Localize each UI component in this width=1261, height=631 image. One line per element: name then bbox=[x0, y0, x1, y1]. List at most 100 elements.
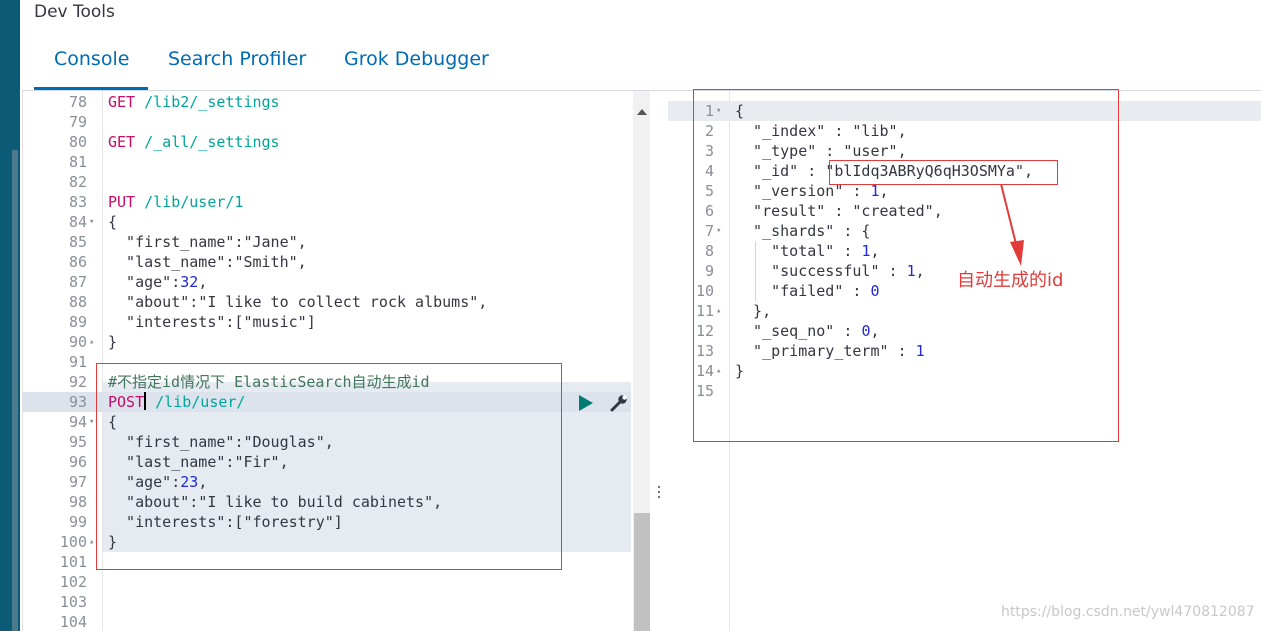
page-title: Dev Tools bbox=[34, 2, 115, 22]
tab-search-profiler[interactable]: Search Profiler bbox=[168, 46, 318, 90]
line-number: 87 bbox=[68, 273, 87, 291]
play-icon[interactable] bbox=[579, 395, 593, 411]
code-token: "music" bbox=[243, 313, 307, 331]
line-number: 86 bbox=[68, 253, 87, 271]
code-line[interactable]: 83 PUT /lib/user/1 bbox=[23, 192, 631, 212]
watermark: https://blog.csdn.net/ywl470812087 bbox=[1001, 604, 1255, 620]
line-number: 101 bbox=[59, 553, 87, 571]
code-token: { bbox=[108, 213, 118, 231]
annotation-box-request bbox=[96, 363, 562, 570]
code-line[interactable]: 87 "age":32, bbox=[23, 272, 631, 292]
code-line[interactable]: 80 GET /_all/_settings bbox=[23, 132, 631, 152]
code-token: "first_name" bbox=[108, 233, 235, 251]
line-text: "age":32, bbox=[108, 272, 207, 292]
code-line[interactable]: 104 bbox=[23, 612, 631, 631]
app-sidebar-rail bbox=[0, 0, 20, 631]
code-line[interactable]: 78 GET /lib2/_settings bbox=[23, 92, 631, 112]
panel-resizer[interactable] bbox=[650, 91, 668, 631]
code-line[interactable]: 81 bbox=[23, 152, 631, 172]
code-line[interactable]: 82 bbox=[23, 172, 631, 192]
line-number: 81 bbox=[68, 153, 87, 171]
line-number: 100 bbox=[59, 533, 87, 551]
line-number: 83 bbox=[68, 193, 87, 211]
line-text: "about":"I like to collect rock albums", bbox=[108, 292, 487, 312]
code-token: "age" bbox=[108, 273, 172, 291]
code-line[interactable]: 90 ▴} bbox=[23, 332, 631, 352]
code-token: /lib2/_settings bbox=[135, 93, 280, 111]
annotation-arrow-icon bbox=[1000, 183, 1024, 266]
line-number: 103 bbox=[59, 593, 87, 611]
editor-scroll-thumb[interactable] bbox=[634, 513, 650, 631]
code-line[interactable]: 79 bbox=[23, 112, 631, 132]
fold-close-icon[interactable]: ▴ bbox=[89, 332, 101, 352]
code-token: } bbox=[108, 333, 118, 351]
code-token: ] bbox=[306, 313, 316, 331]
drag-handle-icon[interactable] bbox=[657, 486, 661, 500]
line-number: 96 bbox=[68, 453, 87, 471]
line-number: 104 bbox=[59, 613, 87, 631]
code-line[interactable]: 84 ▾ { bbox=[23, 212, 631, 232]
editor-scrollbar[interactable] bbox=[633, 91, 650, 631]
code-token: : bbox=[189, 293, 199, 311]
line-number: 92 bbox=[68, 373, 87, 391]
fold-open-icon[interactable]: ▾ bbox=[89, 212, 101, 232]
code-line[interactable]: 103 bbox=[23, 592, 631, 612]
code-token: , bbox=[198, 273, 208, 291]
line-text: } bbox=[108, 332, 117, 352]
wrench-icon[interactable] bbox=[609, 394, 629, 412]
code-line[interactable]: 89 "interests":["music"] bbox=[23, 312, 631, 332]
code-token: :[ bbox=[225, 313, 244, 331]
code-token: GET bbox=[108, 93, 136, 111]
code-line[interactable]: 102 bbox=[23, 572, 631, 592]
line-number: 80 bbox=[68, 133, 87, 151]
tab-grok-debugger-label: Grok Debugger bbox=[344, 48, 489, 70]
line-number: 90 bbox=[68, 333, 87, 351]
code-line[interactable]: 88 "about":"I like to collect rock album… bbox=[23, 292, 631, 312]
dev-tools-window: Dev Tools Console Search Profiler Grok D… bbox=[0, 0, 1261, 631]
tab-console[interactable]: Console bbox=[34, 46, 148, 90]
code-token: "I like to collect rock albums" bbox=[198, 293, 479, 311]
code-token: "Smith" bbox=[234, 253, 298, 271]
line-text: "interests":["music"] bbox=[108, 312, 316, 332]
line-text: PUT /lib/user/1 bbox=[108, 192, 243, 212]
code-token: GET bbox=[108, 133, 136, 151]
code-token: , bbox=[297, 253, 307, 271]
code-token: "last_name" bbox=[108, 253, 226, 271]
code-token: "interests" bbox=[108, 313, 226, 331]
line-number: 98 bbox=[68, 493, 87, 511]
code-line[interactable]: 85 "first_name":"Jane", bbox=[23, 232, 631, 252]
code-token: /lib/user/1 bbox=[135, 193, 244, 211]
line-number: 97 bbox=[68, 473, 87, 491]
annotation-label: 自动生成的id bbox=[957, 270, 1064, 291]
line-number: 85 bbox=[68, 233, 87, 251]
line-number: 89 bbox=[68, 313, 87, 331]
line-text: "first_name":"Jane", bbox=[108, 232, 307, 252]
line-number: 78 bbox=[68, 93, 87, 111]
code-token: "about" bbox=[108, 293, 190, 311]
scroll-up-arrow-icon[interactable] bbox=[637, 109, 647, 115]
code-token: , bbox=[297, 233, 307, 251]
code-token: : bbox=[171, 273, 181, 291]
code-line[interactable]: 86 "last_name":"Smith", bbox=[23, 252, 631, 272]
line-text: GET /lib2/_settings bbox=[108, 92, 280, 112]
line-number: 102 bbox=[59, 573, 87, 591]
line-number: 95 bbox=[68, 433, 87, 451]
code-token: , bbox=[478, 293, 488, 311]
line-number: 84 bbox=[68, 213, 87, 231]
line-number: 79 bbox=[68, 113, 87, 131]
code-token: 32 bbox=[180, 273, 199, 291]
line-number: 99 bbox=[68, 513, 87, 531]
tab-console-label: Console bbox=[54, 48, 130, 70]
line-number: 88 bbox=[68, 293, 87, 311]
tab-search-profiler-label: Search Profiler bbox=[168, 48, 307, 70]
code-token: "Jane" bbox=[243, 233, 298, 251]
line-number: 82 bbox=[68, 173, 87, 191]
code-token: PUT bbox=[108, 193, 136, 211]
sidebar-scrollbar[interactable] bbox=[12, 150, 18, 631]
line-number: 93 bbox=[68, 393, 87, 411]
tab-grok-debugger[interactable]: Grok Debugger bbox=[344, 46, 494, 90]
line-number: 94 bbox=[68, 413, 87, 431]
line-text: GET /_all/_settings bbox=[108, 132, 280, 152]
line-text: { bbox=[108, 212, 117, 232]
line-text: "last_name":"Smith", bbox=[108, 252, 307, 272]
